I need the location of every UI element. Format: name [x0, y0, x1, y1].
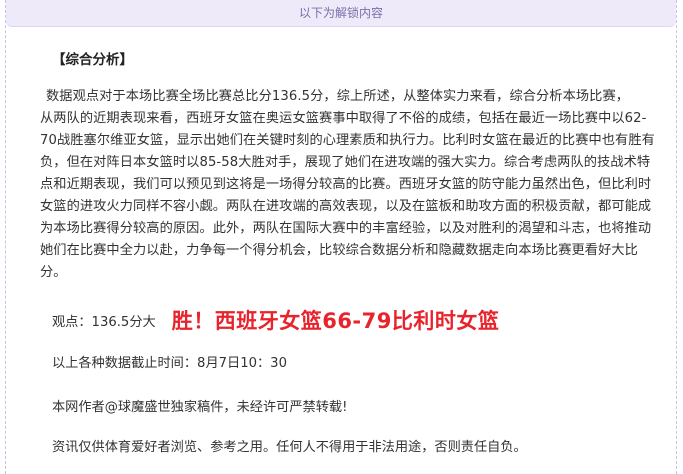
paragraph-line: 从两队的近期表现来看，西班牙女篮在奥运女篮赛事中取得了不俗的成绩，包括在最近一场…: [40, 111, 647, 126]
paragraph-line: 女篮的进攻火力同样不容小觑。两队在进攻端的高效表现，以及在篮板和助攻方面的积极贡…: [40, 199, 652, 214]
article-body: 【综合分析】 数据观点对于本场比赛全场比赛总比分136.5分，综上所述，从整体实…: [40, 48, 674, 284]
paragraph-line: 数据观点对于本场比赛全场比赛总比分136.5分，综上所述，从整体实力来看，综合分…: [46, 89, 630, 104]
paragraph-line: 70战胜塞尔维亚女篮，显示出她们在关键时刻的心理素质和执行力。比利时女篮在最近的…: [40, 133, 655, 148]
verdict-row: 观点：136.5分大 胜！西班牙女篮66-79比利时女篮: [52, 305, 499, 335]
paragraph-line: 为本场比赛得分较高的原因。此外，两队在国际大赛中的丰富经验，以及对胜利的渴望和斗…: [40, 221, 652, 236]
paragraph-line: 她们在比赛中全力以赴，力争每一个得分机会，比较综合数据分析和隐藏数据走向本场比赛…: [40, 243, 638, 258]
paragraph-line: 点和近期表现，我们可以预见到这将是一场得分较高的比赛。西班牙女篮的防守能力虽然出…: [40, 177, 652, 192]
verdict-label: 观点：136.5分大: [52, 314, 156, 330]
paragraph-line: 分。: [40, 265, 67, 280]
data-deadline: 以上各种数据截止时间：8月7日10：30: [52, 356, 287, 371]
section-title: 【综合分析】: [52, 52, 133, 68]
unlock-banner: 以下为解锁内容: [6, 0, 676, 27]
copyright-notice: 本网作者@球魔盛世独家稿件，未经许可严禁转载!: [52, 400, 348, 415]
analysis-paragraph: 数据观点对于本场比赛全场比赛总比分136.5分，综上所述，从整体实力来看，综合分…: [40, 86, 674, 284]
disclaimer: 资讯仅供体育爱好者浏览、参考之用。任何人不得用于非法用途，否则责任自负。: [52, 440, 527, 455]
verdict-pick: 胜！西班牙女篮66-79比利时女篮: [171, 309, 500, 333]
unlocked-content-panel: 以下为解锁内容 【综合分析】 数据观点对于本场比赛全场比赛总比分136.5分，综…: [5, 0, 677, 474]
paragraph-line: 负，但在对阵日本女篮时以85-58大胜对手，展现了她们在进攻端的强大实力。综合考…: [40, 155, 651, 170]
